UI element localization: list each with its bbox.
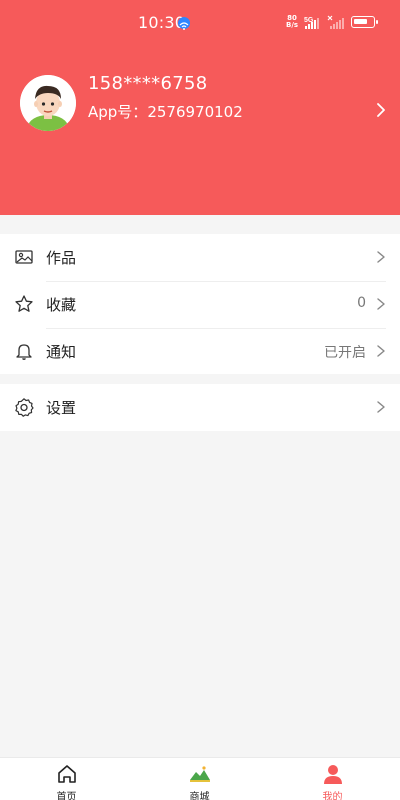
user-icon — [323, 765, 342, 784]
mall-icon — [189, 766, 210, 782]
profile-header[interactable]: 10:30 80 B/s 5G 158****6758 App号：2576970… — [0, 0, 400, 215]
menu-item-label: 作品 — [46, 249, 77, 267]
nav-label: 商城 — [189, 792, 210, 800]
image-icon — [15, 250, 33, 264]
user-app-id: App号：2576970102 — [88, 101, 243, 122]
bottom-nav: 首页 商城 我的 — [0, 757, 400, 800]
chevron-right-icon[interactable] — [374, 101, 388, 119]
star-icon — [15, 295, 33, 312]
settings-card: 设置 — [0, 384, 400, 431]
gear-icon — [15, 398, 34, 417]
nav-label: 首页 — [56, 792, 77, 800]
chevron-right-icon — [377, 345, 385, 357]
status-bar: 10:30 80 B/s 5G — [0, 0, 400, 44]
menu-card: 作品 收藏 0 通知 已开启 — [0, 234, 400, 374]
menu-item-notifications[interactable]: 通知 已开启 — [0, 328, 400, 375]
menu-item-label: 收藏 — [46, 296, 77, 314]
home-icon — [57, 765, 76, 783]
nav-label: 我的 — [322, 792, 343, 800]
app-id-value: 2576970102 — [147, 103, 243, 121]
user-phone: 158****6758 — [88, 73, 208, 94]
chevron-right-icon — [377, 298, 385, 310]
favorites-count: 0 — [357, 295, 366, 311]
net-speed-unit: B/s — [286, 21, 299, 29]
notification-status: 已开启 — [324, 345, 366, 361]
chevron-right-icon — [377, 251, 385, 263]
network-speed: 80 B/s — [286, 15, 298, 29]
menu-item-works[interactable]: 作品 — [0, 234, 400, 281]
wifi-badge-icon — [178, 17, 190, 30]
bell-icon — [16, 344, 32, 360]
avatar[interactable] — [20, 75, 76, 131]
app-id-label: App号： — [88, 103, 148, 121]
chevron-right-icon — [377, 401, 385, 413]
nav-item-home[interactable]: 首页 — [0, 758, 133, 800]
nav-item-mine[interactable]: 我的 — [266, 758, 399, 800]
menu-item-settings[interactable]: 设置 — [0, 384, 400, 431]
menu-item-label: 设置 — [46, 399, 77, 417]
menu-item-favorites[interactable]: 收藏 0 — [0, 281, 400, 328]
battery-icon — [351, 16, 378, 28]
nav-item-mall[interactable]: 商城 — [133, 758, 266, 800]
menu-item-label: 通知 — [46, 343, 77, 361]
